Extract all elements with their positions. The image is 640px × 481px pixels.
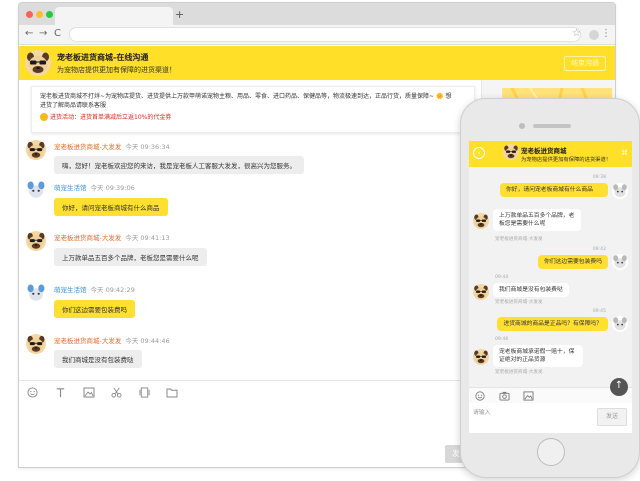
speaker xyxy=(533,124,571,128)
message-sender: 萌宠生活馆 今天 09:39:06 xyxy=(54,182,135,192)
home-button[interactable] xyxy=(537,438,565,466)
chat-header: 宠老板进货商城-在线沟通 为宠物店提供更加有保障的进货渠道！ 结束沟通 xyxy=(19,46,615,80)
scroll-top-button[interactable]: ↑ xyxy=(610,378,628,396)
message-bubble: 上万款单品五百多个品牌，老板您是需要什么呢 xyxy=(54,248,207,266)
mobile-screen: ‹ 宠老板进货商城 为宠物店提供更加有保障的进货渠道！ ⌘ 09:38 你好，请… xyxy=(469,141,632,433)
customer-avatar xyxy=(612,183,628,199)
tab-bar: + xyxy=(19,3,615,25)
forward-icon[interactable]: → xyxy=(39,28,47,39)
promo-text: 进货活动：进货首单满减后立返10%的代金券 xyxy=(40,113,466,122)
message-sender: 萌宠生活馆 今天 09:42:29 xyxy=(54,284,135,294)
file-icon[interactable] xyxy=(139,387,150,398)
message-sender: 宠老板进货商城-大发发 xyxy=(495,370,543,375)
mobile-chat-title: 宠老板进货商城 xyxy=(521,147,567,155)
image-icon[interactable] xyxy=(523,391,534,401)
chat-subtitle: 为宠物店提供更加有保障的进货渠道！ xyxy=(57,66,176,74)
message-bubble: 我们商城是没有包装费哒 xyxy=(54,350,142,368)
camera xyxy=(519,123,525,129)
agent-avatar xyxy=(473,213,489,229)
message-input[interactable] xyxy=(19,405,481,467)
mobile-chat-header: ‹ 宠老板进货商城 为宠物店提供更加有保障的进货渠道！ ⌘ xyxy=(469,141,632,167)
agent-avatar xyxy=(473,284,489,300)
customer-avatar xyxy=(26,180,46,200)
mobile-phone: ‹ 宠老板进货商城 为宠物店提供更加有保障的进货渠道！ ⌘ 09:38 你好，请… xyxy=(460,98,640,478)
smile-icon[interactable] xyxy=(475,391,485,401)
text-icon[interactable] xyxy=(55,387,66,398)
sender-name: 宠老板进货商城-大发发 xyxy=(54,337,122,345)
image-icon[interactable] xyxy=(83,387,95,398)
close-window-icon[interactable] xyxy=(26,11,33,18)
message-bubble: 宠老板商城承诺假一赔十，保证绝对的正品货源 xyxy=(493,345,583,367)
browser-tab[interactable] xyxy=(55,7,173,25)
customer-avatar xyxy=(26,283,46,303)
message-time: 09:46 xyxy=(495,337,509,342)
message-time: 今天 09:36:34 xyxy=(125,143,170,151)
mobile-message-input[interactable]: 请输入 发送 xyxy=(469,403,632,433)
message-bubble: 你好，请问宠老板商城有什么商品 xyxy=(500,183,608,197)
back-icon[interactable]: ‹ xyxy=(473,147,485,159)
browser-menu-icon[interactable]: ⋮ xyxy=(601,28,611,39)
message-list: 宠老板进货商城不打烊~为宠物店提货、进货提供上万款甲萌诺宠物主粮、用品、零食、进… xyxy=(19,80,481,380)
agent-avatar xyxy=(26,140,46,160)
message-sender: 宠老板进货商城-大发发 今天 09:41:13 xyxy=(54,232,170,242)
message-time: 今天 09:42:29 xyxy=(90,286,135,294)
maximize-window-icon[interactable] xyxy=(46,11,53,18)
message-bubble: 嗨，您好！宠老板欢迎您的来访，我是宠老板人工客服大发发，很高兴为您服务。 xyxy=(54,156,304,174)
camera-icon[interactable] xyxy=(499,391,510,401)
message-bubble: 我们商城是没有包装费哒 xyxy=(493,283,569,297)
settings-icon[interactable]: ⌘ xyxy=(621,149,628,157)
mobile-input-toolbar xyxy=(469,387,632,403)
promo-label: 进货活动：进货首单满减后立返10%的代金券 xyxy=(50,114,172,121)
folder-icon[interactable] xyxy=(166,387,178,398)
new-tab-icon[interactable]: + xyxy=(175,8,184,21)
sender-name: 萌宠生活馆 xyxy=(54,184,87,192)
message-time: 今天 09:44:46 xyxy=(125,337,170,345)
message-time: 今天 09:39:06 xyxy=(90,184,135,192)
message-sender: 宠老板进货商城-大发发 今天 09:44:46 xyxy=(54,335,170,345)
message-bubble: 你们这边需要包装费吗 xyxy=(54,300,135,318)
address-bar: ← → C ☆ ⋮ xyxy=(19,25,615,45)
end-chat-button[interactable]: 结束沟通 xyxy=(564,56,606,71)
customer-avatar xyxy=(612,316,628,332)
bookmark-star-icon[interactable]: ☆ xyxy=(572,28,581,39)
message-bubble: 上万款单品五百多个品牌，老板您是需要什么呢 xyxy=(493,209,581,231)
input-toolbar xyxy=(19,381,481,405)
coin-icon xyxy=(40,113,48,121)
scissors-icon[interactable] xyxy=(111,387,122,398)
minimize-window-icon[interactable] xyxy=(36,11,43,18)
sender-name: 宠老板进货商城-大发发 xyxy=(54,234,122,242)
profile-icon[interactable] xyxy=(589,30,599,40)
shop-notice: 宠老板进货商城不打烊~为宠物店提货、进货提供上万款甲萌诺宠物主粮、用品、零食、进… xyxy=(31,86,475,133)
message-time: 今天 09:41:13 xyxy=(125,234,170,242)
back-icon[interactable]: ← xyxy=(25,28,33,39)
agent-avatar xyxy=(26,334,46,354)
message-time: 09:38 xyxy=(592,175,606,180)
notice-text: 宠老板进货商城不打烊~为宠物店提货、进货提供上万款甲萌诺宠物主粮、用品、零食、进… xyxy=(40,93,452,109)
chat-title: 宠老板进货商城-在线沟通 xyxy=(57,53,149,62)
shop-avatar xyxy=(503,144,519,160)
shop-avatar xyxy=(25,50,51,76)
sender-name: 萌宠生活馆 xyxy=(54,286,87,294)
agent-avatar xyxy=(26,231,46,251)
message-time: 09:42 xyxy=(592,247,606,252)
message-bubble: 进货商城的商品是正品吗？有保障吗？ xyxy=(497,317,608,331)
message-bubble: 你好，请问宠老板商城有什么商品 xyxy=(54,198,168,216)
smile-icon[interactable] xyxy=(27,387,38,398)
sender-name: 宠老板进货商城-大发发 xyxy=(54,143,122,151)
agent-avatar xyxy=(473,349,489,365)
message-sender: 宠老板进货商城-大发发 xyxy=(495,300,543,305)
mobile-chat-subtitle: 为宠物店提供更加有保障的进货渠道！ xyxy=(521,157,612,163)
message-bubble: 你们这边需要包装费吗 xyxy=(538,255,608,269)
reload-icon[interactable]: C xyxy=(54,28,61,39)
message-sender: 宠老板进货商城-大发发 xyxy=(495,237,543,242)
url-field[interactable] xyxy=(69,27,581,42)
message-sender: 宠老板进货商城-大发发 今天 09:36:34 xyxy=(54,141,170,151)
message-time: 09:45 xyxy=(592,309,606,314)
customer-avatar xyxy=(612,254,628,270)
message-time: 09:44 xyxy=(495,275,509,280)
input-placeholder: 请输入 xyxy=(473,410,491,416)
mobile-send-button[interactable]: 发送 xyxy=(597,408,627,426)
